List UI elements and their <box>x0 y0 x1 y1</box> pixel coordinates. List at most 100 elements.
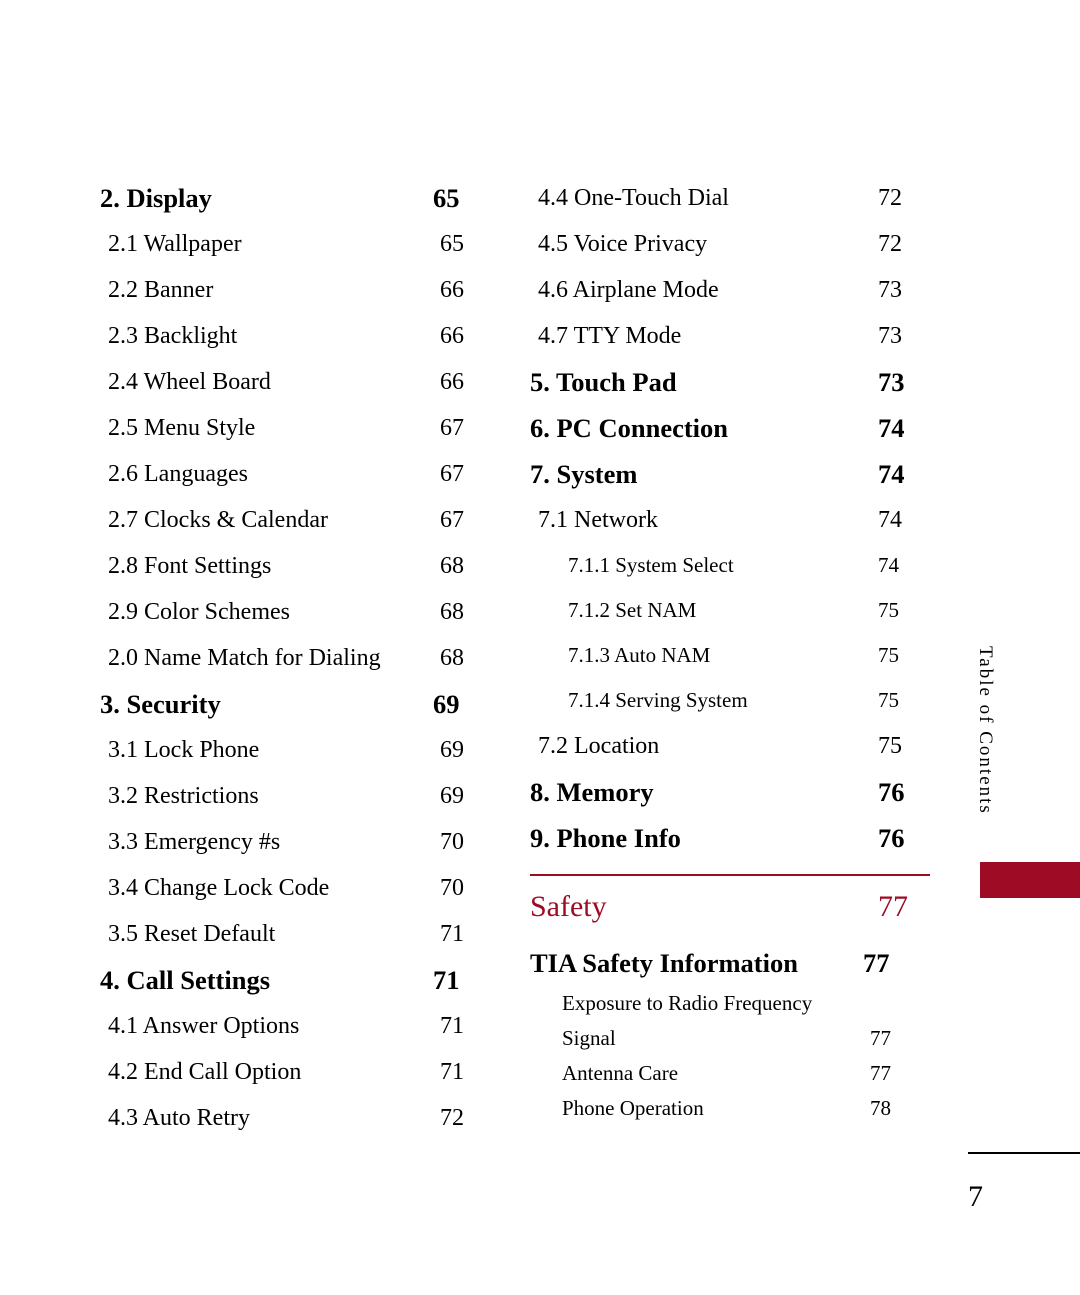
toc-entry[interactable]: 3.4 Change Lock Code 70 <box>100 865 480 911</box>
toc-entry-page: 71 <box>440 1059 464 1085</box>
toc-entry-label: 3.5 Reset Default <box>108 921 276 947</box>
toc-entry-label: 2.6 Languages <box>108 461 248 487</box>
toc-entry-page: 72 <box>878 185 902 211</box>
toc-entry[interactable]: 4.7 TTY Mode 73 <box>530 313 930 359</box>
safety-section-header[interactable]: Safety 77 <box>530 884 930 930</box>
toc-entry[interactable]: 3.1 Lock Phone 69 <box>100 727 480 773</box>
toc-entry[interactable]: 8. Memory 76 <box>530 769 930 815</box>
toc-entry[interactable]: Signal 77 <box>530 1021 930 1056</box>
toc-entry[interactable]: 2.5 Menu Style 67 <box>100 405 480 451</box>
toc-entry[interactable]: TIA Safety Information 77 <box>530 940 930 986</box>
toc-entry[interactable]: 7.1 Network 74 <box>530 497 930 543</box>
toc-entry[interactable]: 2.0 Name Match for Dialing 68 <box>100 635 480 681</box>
toc-entry[interactable]: 4.1 Answer Options 71 <box>100 1003 480 1049</box>
toc-entry-page: 77 <box>863 948 890 978</box>
toc-entry-label: 2.4 Wheel Board <box>108 369 271 395</box>
toc-entry-page: 71 <box>440 921 464 947</box>
toc-entry-page: 71 <box>433 965 460 995</box>
toc-entry[interactable]: 2.8 Font Settings 68 <box>100 543 480 589</box>
toc-entry[interactable]: 2.9 Color Schemes 68 <box>100 589 480 635</box>
toc-entry-page: 70 <box>440 829 464 855</box>
toc-entry-page: 75 <box>878 733 902 759</box>
side-tab-label: Table of Contents <box>975 645 996 815</box>
toc-entry-label: 9. Phone Info <box>530 823 681 853</box>
toc-entry[interactable]: 4.3 Auto Retry 72 <box>100 1095 480 1141</box>
toc-entry[interactable]: 2.7 Clocks & Calendar 67 <box>100 497 480 543</box>
toc-entry-label: 7.1.3 Auto NAM <box>568 643 711 667</box>
toc-entry-label: 4. Call Settings <box>100 965 271 995</box>
toc-right-column: 4.4 One-Touch Dial 72 4.5 Voice Privacy 72 4… <box>530 175 930 861</box>
toc-entry-page: 77 <box>870 1026 891 1050</box>
toc-entry-label: 7.2 Location <box>538 733 660 759</box>
toc-entry-page: 68 <box>440 599 464 625</box>
toc-entry[interactable]: 4.4 One-Touch Dial 72 <box>530 175 930 221</box>
toc-entry-label: 3.1 Lock Phone <box>108 737 260 763</box>
page-number: 7 <box>968 1180 983 1213</box>
toc-entry-page: 74 <box>878 413 905 443</box>
toc-entry-label: 4.5 Voice Privacy <box>538 231 708 257</box>
toc-entry[interactable]: 2.3 Backlight 66 <box>100 313 480 359</box>
toc-entry-page: 65 <box>433 183 460 213</box>
toc-entry-label: 4.1 Answer Options <box>108 1013 300 1039</box>
toc-entry-page: 74 <box>878 553 899 577</box>
toc-entry-label: Exposure to Radio Frequency <box>562 991 813 1015</box>
toc-entry-label: 7.1 Network <box>538 507 658 533</box>
toc-entry[interactable]: 6. PC Connection 74 <box>530 405 930 451</box>
toc-entry-label: 4.3 Auto Retry <box>108 1105 250 1131</box>
toc-entry-label: 2.5 Menu Style <box>108 415 256 441</box>
toc-entry-label: Phone Operation <box>562 1096 704 1120</box>
toc-entry-label: 2.1 Wallpaper <box>108 231 242 257</box>
toc-entry-page: 74 <box>878 459 905 489</box>
toc-entry-label: 5. Touch Pad <box>530 367 677 397</box>
toc-entry-label: 6. PC Connection <box>530 413 729 443</box>
toc-entry[interactable]: 7.2 Location 75 <box>530 723 930 769</box>
toc-entry[interactable]: 4.2 End Call Option 71 <box>100 1049 480 1095</box>
toc-entry[interactable]: Exposure to Radio Frequency <box>530 986 930 1021</box>
toc-entry[interactable]: 7. System 74 <box>530 451 930 497</box>
toc-entry[interactable]: Antenna Care 77 <box>530 1056 930 1091</box>
toc-entry-page: 72 <box>440 1105 464 1131</box>
toc-entry[interactable]: 4. Call Settings 71 <box>100 957 480 1003</box>
toc-entry[interactable]: 4.5 Voice Privacy 72 <box>530 221 930 267</box>
toc-entry[interactable]: 4.6 Airplane Mode 73 <box>530 267 930 313</box>
toc-entry-page: 73 <box>878 367 905 397</box>
toc-entry-label: 4.4 One-Touch Dial <box>538 185 729 211</box>
toc-entry-page: 69 <box>433 689 460 719</box>
toc-entry[interactable]: 5. Touch Pad 73 <box>530 359 930 405</box>
toc-entry[interactable]: 2. Display 65 <box>100 175 480 221</box>
safety-divider-rule <box>530 874 930 876</box>
toc-entry-label: 4.7 TTY Mode <box>538 323 682 349</box>
toc-entry-page: 67 <box>440 415 464 441</box>
toc-entry[interactable]: 9. Phone Info 76 <box>530 815 930 861</box>
toc-entry-page: 73 <box>878 323 902 349</box>
toc-entry-page: 67 <box>440 461 464 487</box>
toc-entry-page: 73 <box>878 277 902 303</box>
toc-entry[interactable]: 3. Security 69 <box>100 681 480 727</box>
toc-entry-label: 3. Security <box>100 689 221 719</box>
toc-entry-label: 2.7 Clocks & Calendar <box>108 507 328 533</box>
toc-entry[interactable]: 7.1.4 Serving System 75 <box>530 678 930 723</box>
toc-entry-label: Antenna Care <box>562 1061 679 1085</box>
toc-entry[interactable]: 7.1.2 Set NAM 75 <box>530 588 930 633</box>
toc-entry-label: 2.8 Font Settings <box>108 553 272 579</box>
toc-entry-page: 76 <box>878 823 905 853</box>
toc-entry-label: 4.2 End Call Option <box>108 1059 302 1085</box>
toc-entry-page: 74 <box>878 507 902 533</box>
toc-entry[interactable]: 2.4 Wheel Board 66 <box>100 359 480 405</box>
toc-entry-page: 65 <box>440 231 464 257</box>
toc-entry-label: 3.4 Change Lock Code <box>108 875 330 901</box>
toc-entry[interactable]: 2.2 Banner 66 <box>100 267 480 313</box>
toc-entry-page: 77 <box>870 1061 891 1085</box>
toc-entry-label: Signal <box>562 1026 616 1050</box>
toc-entry[interactable]: 3.2 Restrictions 69 <box>100 773 480 819</box>
toc-entry[interactable]: 3.5 Reset Default 71 <box>100 911 480 957</box>
toc-entry[interactable]: 2.6 Languages 67 <box>100 451 480 497</box>
toc-entry-page: 69 <box>440 737 464 763</box>
safety-section-page: 77 <box>878 890 908 923</box>
toc-entry[interactable]: 2.1 Wallpaper 65 <box>100 221 480 267</box>
toc-entry[interactable]: 7.1.3 Auto NAM 75 <box>530 633 930 678</box>
toc-entry[interactable]: 3.3 Emergency #s 70 <box>100 819 480 865</box>
toc-entry-page: 69 <box>440 783 464 809</box>
toc-entry[interactable]: Phone Operation 78 <box>530 1091 930 1126</box>
toc-entry[interactable]: 7.1.1 System Select 74 <box>530 543 930 588</box>
